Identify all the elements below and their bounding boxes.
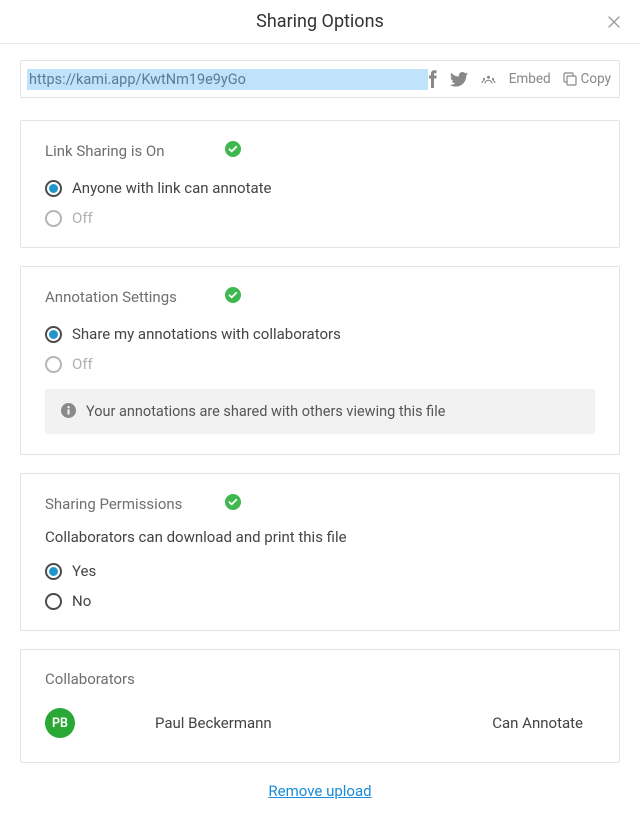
sharing-permissions-section: Sharing Permissions Collaborators can do… [20,473,620,631]
radio-unselected-icon [45,210,62,227]
annotation-option-off[interactable]: Off [45,355,595,373]
remove-upload-container: Remove upload [20,781,620,800]
radio-label: Off [72,355,93,373]
dialog-body: https://kami.app/KwtNm19e9yGo Embed Copy… [0,44,640,816]
collaborator-role[interactable]: Can Annotate [492,714,583,732]
close-button[interactable] [602,10,626,34]
link-sharing-option-off[interactable]: Off [45,209,595,227]
radio-unselected-icon [45,593,62,610]
collaborators-title: Collaborators [45,670,225,688]
info-icon [61,403,76,418]
radio-label: No [72,592,91,610]
annotation-info-text: Your annotations are shared with others … [86,403,445,420]
radio-selected-icon [45,180,62,197]
check-icon [225,494,241,514]
annotation-settings-section: Annotation Settings Share my annotations… [20,266,620,455]
facebook-icon [428,70,438,88]
link-sharing-title: Link Sharing is On [45,142,225,160]
collaborators-section: Collaborators PB Paul Beckermann Can Ann… [20,649,620,763]
radio-label: Yes [72,562,96,580]
twitter-share-button[interactable] [450,72,468,87]
twitter-icon [450,72,468,87]
share-url-text[interactable]: https://kami.app/KwtNm19e9yGo [27,69,428,90]
radio-label: Off [72,209,93,227]
check-icon [225,141,241,161]
permissions-option-yes[interactable]: Yes [45,562,595,580]
embed-button[interactable]: Embed [509,71,551,87]
collaborator-row: PB Paul Beckermann Can Annotate [45,708,595,738]
annotation-settings-header: Annotation Settings [45,287,595,307]
annotation-settings-title: Annotation Settings [45,288,225,306]
sharing-permissions-subtext: Collaborators can download and print thi… [45,528,595,546]
sharing-permissions-title: Sharing Permissions [45,495,225,513]
collaborator-avatar: PB [45,708,75,738]
link-sharing-header: Link Sharing is On [45,141,595,161]
embed-label: Embed [509,71,551,87]
collaborator-name: Paul Beckermann [155,714,492,732]
copy-button[interactable]: Copy [563,71,611,87]
copy-icon [563,72,577,86]
radio-label: Anyone with link can annotate [72,179,272,197]
copy-label: Copy [581,71,611,87]
dialog-header: Sharing Options [0,0,640,44]
annotation-info-banner: Your annotations are shared with others … [45,389,595,434]
annotation-option-share[interactable]: Share my annotations with collaborators [45,325,595,343]
radio-selected-icon [45,326,62,343]
facebook-share-button[interactable] [428,70,438,88]
close-icon [606,14,622,30]
share-url-bar: https://kami.app/KwtNm19e9yGo Embed Copy [20,60,620,98]
link-sharing-section: Link Sharing is On Anyone with link can … [20,120,620,248]
link-sharing-option-anyone[interactable]: Anyone with link can annotate [45,179,595,197]
check-icon [225,287,241,307]
radio-label: Share my annotations with collaborators [72,325,341,343]
remove-upload-link[interactable]: Remove upload [268,782,371,800]
permissions-option-no[interactable]: No [45,592,595,610]
share-url-actions: Embed Copy [428,70,611,88]
radio-selected-icon [45,563,62,580]
sharing-permissions-header: Sharing Permissions [45,494,595,514]
dialog-title: Sharing Options [256,11,384,32]
radio-unselected-icon [45,356,62,373]
classroom-icon [480,72,497,87]
classroom-share-button[interactable] [480,72,497,87]
